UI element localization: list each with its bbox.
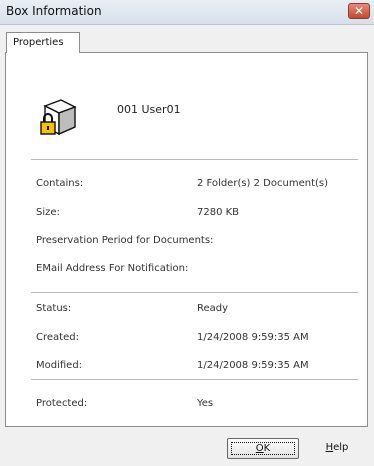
size-label: Size: xyxy=(36,207,60,218)
close-button[interactable]: ✕ xyxy=(348,3,370,19)
window-title: Box Information xyxy=(6,4,102,18)
contains-label: Contains: xyxy=(36,178,84,189)
separator xyxy=(31,159,358,160)
tab-properties-label: Properties xyxy=(13,37,64,48)
protected-value: Yes xyxy=(197,398,214,409)
separator xyxy=(31,379,358,380)
focus-rect xyxy=(231,442,295,455)
created-value: 1/24/2008 9:59:35 AM xyxy=(197,332,309,343)
preservation-period-label: Preservation Period for Documents: xyxy=(36,235,214,246)
email-notification-label: EMail Address For Notification: xyxy=(36,263,189,274)
locked-box-icon xyxy=(40,99,77,136)
title-bar: Box Information ✕ xyxy=(0,0,374,25)
tab-properties[interactable]: Properties xyxy=(6,32,80,53)
help-mnemonic: H xyxy=(325,442,334,453)
box-information-dialog: Box Information ✕ Properties 001 User01 … xyxy=(0,0,374,466)
size-value: 7280 KB xyxy=(197,207,240,218)
modified-label: Modified: xyxy=(36,360,83,371)
box-name: 001 User01 xyxy=(117,103,181,116)
created-label: Created: xyxy=(36,332,79,343)
status-label: Status: xyxy=(36,303,72,314)
ok-button[interactable]: OK xyxy=(227,438,299,459)
separator xyxy=(31,292,358,293)
status-value: Ready xyxy=(197,303,229,314)
help-button[interactable]: Help xyxy=(305,438,369,459)
modified-value: 1/24/2008 9:59:35 AM xyxy=(197,360,309,371)
contains-value: 2 Folder(s) 2 Document(s) xyxy=(197,178,328,189)
protected-label: Protected: xyxy=(36,398,88,409)
help-label-rest: elp xyxy=(333,442,349,453)
